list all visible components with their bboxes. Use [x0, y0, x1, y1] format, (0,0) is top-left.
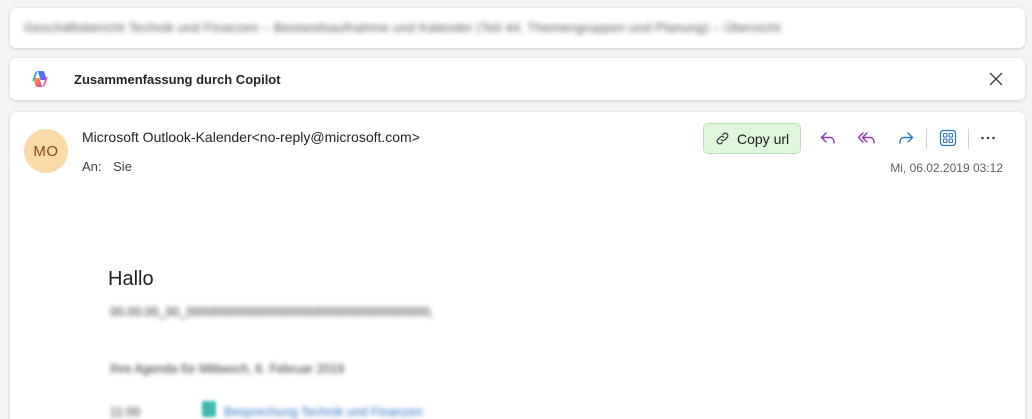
apps-button[interactable]	[936, 126, 960, 150]
more-icon	[981, 136, 995, 140]
reply-all-icon	[857, 132, 875, 144]
calendar-event-icon	[202, 401, 216, 417]
message-reading-pane: MO Microsoft Outlook-Kalender<no-reply@m…	[10, 112, 1025, 419]
copilot-logo-icon	[32, 71, 48, 87]
to-label: An:	[82, 159, 102, 174]
body-line-3-label: 11:00	[110, 405, 141, 419]
more-options-button[interactable]	[976, 126, 1000, 150]
to-value[interactable]: Sie	[113, 159, 132, 174]
toolbar-divider	[968, 129, 969, 149]
reply-icon	[820, 132, 835, 144]
reply-button[interactable]	[816, 126, 840, 150]
copilot-summary-bar[interactable]: Zusammenfassung durch Copilot	[10, 58, 1025, 100]
forward-button[interactable]	[894, 126, 918, 150]
close-icon[interactable]	[987, 70, 1005, 88]
body-line-1: 00.00.00_00_0000000000000000000000000000…	[110, 305, 434, 319]
message-date: Mi, 06.02.2019 03:12	[890, 161, 1003, 175]
link-icon	[716, 132, 729, 145]
subject-bar: Geschäftsbericht Technik und Finanzen – …	[10, 8, 1025, 48]
forward-icon	[899, 132, 914, 144]
copilot-summary-label: Zusammenfassung durch Copilot	[74, 72, 281, 87]
subject-text: Geschäftsbericht Technik und Finanzen – …	[24, 20, 781, 35]
body-greeting: Hallo	[108, 268, 154, 290]
copy-url-label: Copy url	[737, 130, 790, 147]
avatar[interactable]: MO	[24, 129, 68, 173]
copy-url-button[interactable]: Copy url	[703, 123, 802, 154]
recipient-line: An: Sie	[82, 159, 132, 174]
sender-name[interactable]: Microsoft Outlook-Kalender<no-reply@micr…	[82, 129, 420, 145]
body-event-link[interactable]: Besprechung Technik und Finanzen	[224, 405, 423, 419]
body-line-2: Ihre Agenda für Mittwoch, 6. Februar 201…	[110, 362, 345, 376]
apps-icon	[939, 129, 957, 147]
toolbar-divider	[926, 129, 927, 149]
reply-all-button[interactable]	[855, 126, 879, 150]
